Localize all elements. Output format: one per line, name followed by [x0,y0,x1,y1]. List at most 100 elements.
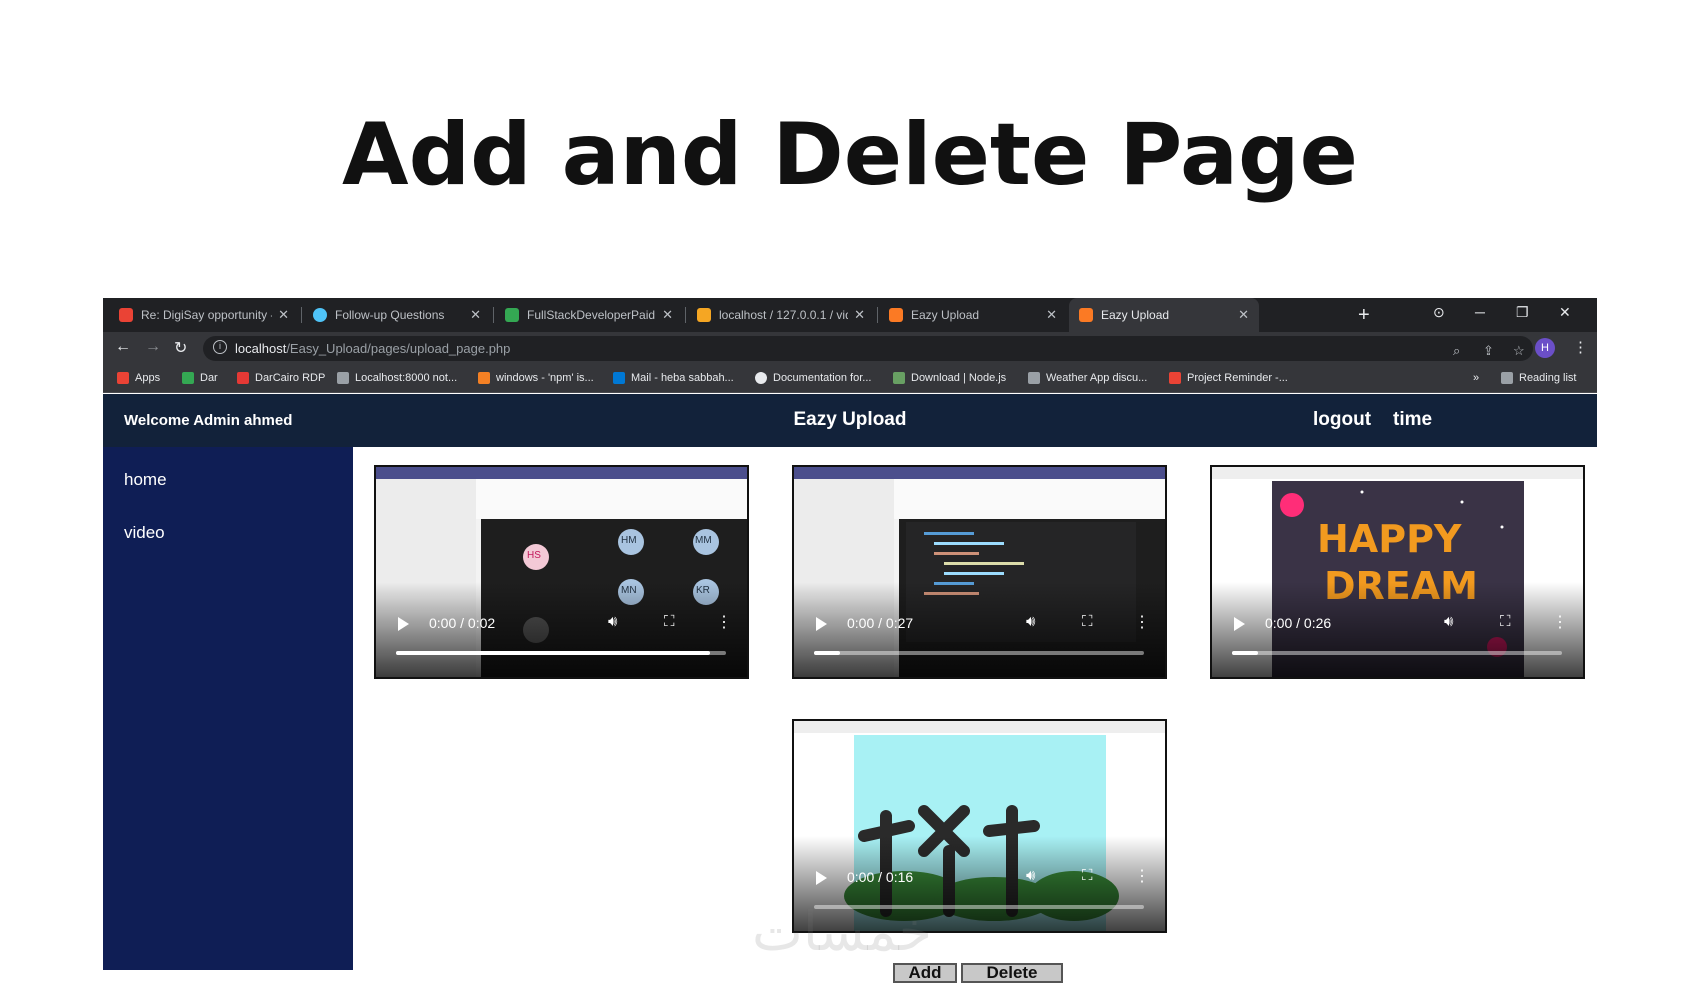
reading-list-label: Reading list [1519,372,1577,384]
close-icon[interactable]: ✕ [278,307,289,323]
sidebar-item-home[interactable]: home [124,470,167,490]
more-options-icon[interactable]: ⋮ [1134,866,1150,886]
volume-icon[interactable]: 🔊︎ [1026,613,1035,630]
play-icon[interactable] [816,871,827,885]
fullscreen-icon[interactable]: ⛶ [664,613,675,630]
info-icon[interactable]: i [213,340,227,354]
back-arrow-icon[interactable]: ← [115,338,131,356]
forward-arrow-icon[interactable]: → [145,338,161,356]
bookmark-localhost[interactable]: Localhost:8000 not... [337,372,457,384]
bookmark-documentation[interactable]: Documentation for... [755,372,871,384]
close-icon[interactable]: ✕ [1046,307,1057,323]
reload-icon[interactable]: ↻ [174,338,187,358]
progress-bar[interactable] [814,651,1144,655]
folder-icon [182,372,194,384]
fullscreen-icon[interactable]: ⛶ [1082,613,1093,630]
fullscreen-icon[interactable]: ⛶ [1082,867,1093,884]
delete-button[interactable]: Delete [961,963,1063,983]
tab-label: Eazy Upload [911,308,980,322]
bookmark-mail[interactable]: Mail - heba sabbah... [613,372,734,384]
google-drive-icon [505,308,519,322]
app-title: Eazy Upload [793,409,907,430]
tab-phpmyadmin[interactable]: localhost / 127.0.0.1 / vide ✕ [687,298,875,332]
stackoverflow-icon [478,372,490,384]
progress-fill [396,651,710,655]
tab-follow-up[interactable]: Follow-up Questions ✕ [303,298,491,332]
profile-avatar[interactable]: H [1535,338,1555,358]
phpmyadmin-icon [697,308,711,322]
tab-label: Re: DigiSay opportunity - h [141,308,273,322]
bookmark-nodejs[interactable]: Download | Node.js [893,372,1006,384]
reading-list[interactable]: Reading list [1501,372,1576,384]
close-icon[interactable]: ✕ [470,307,481,323]
add-button[interactable]: Add [893,963,957,983]
logout-link[interactable]: logout [1313,409,1371,431]
video-player[interactable]: HS HM MM MN KR 0:00 / 0:02 🔊︎ ⛶ ⋮ [374,465,749,679]
bookmark-project-reminder[interactable]: Project Reminder -... [1169,372,1288,384]
close-icon[interactable]: ✕ [1238,307,1249,323]
bookmark-weather[interactable]: Weather App discu... [1028,372,1147,384]
time-link[interactable]: time [1393,409,1432,431]
address-bar: ← → ↻ i localhost/Easy_Upload/pages/uplo… [103,332,1597,365]
more-options-icon[interactable]: ⋮ [1552,612,1568,632]
avatar-label: HM [621,535,637,546]
outlook-icon [613,372,625,384]
bookmark-label: Mail - heba sabbah... [631,372,734,384]
tab-drive[interactable]: FullStackDeveloperPaidInte ✕ [495,298,683,332]
more-options-icon[interactable]: ⋮ [716,612,732,632]
play-icon[interactable] [398,617,409,631]
share-icon[interactable]: ⇪ [1483,343,1494,359]
bookmark-darcairo[interactable]: DarCairo RDP [237,372,325,384]
more-options-icon[interactable]: ⋮ [1134,612,1150,632]
restore-icon[interactable]: ❐ [1516,304,1529,321]
video-time: 0:00 / 0:02 [429,615,496,631]
tab-separator [493,307,494,323]
zoom-icon[interactable]: ⌕ [1453,343,1460,359]
volume-icon[interactable]: 🔊︎ [608,613,617,630]
rdp-icon [237,372,249,384]
tab-label: FullStackDeveloperPaidInte [527,308,656,322]
avatar-label: HS [527,550,541,561]
bookmark-dar[interactable]: Dar [182,372,218,384]
tab-gmail[interactable]: Re: DigiSay opportunity - h ✕ [109,298,299,332]
sidebar-item-video[interactable]: video [124,523,165,543]
volume-icon[interactable]: 🔊︎ [1026,867,1035,884]
url-field[interactable]: i localhost/Easy_Upload/pages/upload_pag… [203,336,1533,361]
tab-separator [877,307,878,323]
close-window-icon[interactable]: ✕ [1559,304,1571,321]
bookmark-apps[interactable]: Apps [117,372,160,384]
volume-icon[interactable]: 🔊︎ [1444,613,1453,630]
tab-label: Follow-up Questions [335,308,445,322]
menu-icon[interactable]: ⋮ [1573,338,1588,356]
slide-title: Add and Delete Page [342,105,1358,205]
new-tab-button[interactable]: + [1358,304,1370,327]
thumbnail-text: HAPPY [1317,517,1462,561]
close-icon[interactable]: ✕ [854,307,865,323]
progress-bar[interactable] [396,651,726,655]
play-icon[interactable] [816,617,827,631]
video-player[interactable]: 0:00 / 0:27 🔊︎ ⛶ ⋮ [792,465,1167,679]
reading-list-icon [1501,372,1513,384]
globe-icon [313,308,327,322]
minimize-icon[interactable]: ─ [1475,304,1485,320]
progress-bar[interactable] [1232,651,1562,655]
globe-icon [755,372,767,384]
tab-label: Eazy Upload [1101,308,1170,322]
tab-eazy-upload[interactable]: Eazy Upload ✕ [879,298,1067,332]
xampp-icon [889,308,903,322]
star-icon[interactable]: ☆ [1513,343,1525,359]
xampp-icon [1079,308,1093,322]
fullscreen-icon[interactable]: ⛶ [1500,613,1511,630]
play-icon[interactable] [1234,617,1245,631]
tab-search-icon[interactable]: ⊙ [1433,304,1445,321]
avatar-label: MM [695,535,712,546]
bookmark-label: DarCairo RDP [255,372,326,384]
tab-eazy-upload-active[interactable]: Eazy Upload ✕ [1069,298,1259,332]
bookmark-npm[interactable]: windows - 'npm' is... [478,372,594,384]
bookmark-label: Dar [200,372,218,384]
close-icon[interactable]: ✕ [662,307,673,323]
video-player[interactable]: HAPPY DREAM 0:00 / 0:26 🔊︎ ⛶ ⋮ [1210,465,1585,679]
sidebar: home video [103,447,353,970]
gmail-icon [119,308,133,322]
more-bookmarks-icon[interactable]: » [1473,372,1479,384]
